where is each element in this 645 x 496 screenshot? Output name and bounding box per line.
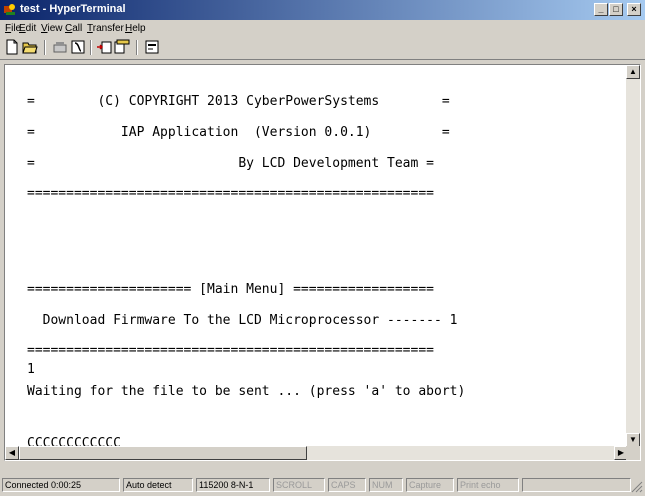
vertical-scrollbar[interactable]: ▲ ▼ — [626, 65, 640, 447]
menu-transfer[interactable]: Transfer — [87, 23, 124, 34]
status-print-echo: Print echo — [457, 478, 519, 492]
menu-help[interactable]: Help — [125, 23, 146, 34]
menu-bar: File Edit View Call Transfer Help — [0, 20, 645, 37]
size-grip-icon[interactable] — [631, 481, 643, 493]
properties-icon[interactable] — [144, 39, 160, 55]
status-auto-detect: Auto detect — [123, 478, 193, 492]
toolbar-separator — [90, 40, 92, 55]
status-capture: Capture — [406, 478, 454, 492]
open-folder-icon[interactable] — [22, 39, 38, 55]
send-file-icon[interactable] — [96, 39, 112, 55]
status-port-settings: 115200 8-N-1 — [196, 478, 270, 492]
horizontal-scrollbar[interactable]: ◀ ▶ — [5, 446, 628, 460]
scroll-up-button[interactable]: ▲ — [626, 65, 640, 79]
scroll-down-button[interactable]: ▼ — [626, 433, 640, 447]
close-button[interactable]: × — [627, 3, 641, 16]
status-spacer — [522, 478, 631, 492]
horizontal-scroll-thumb[interactable] — [19, 446, 307, 460]
toolbar — [0, 37, 645, 60]
menu-edit[interactable]: Edit — [19, 23, 36, 34]
terminal-line: = (C) COPYRIGHT 2013 CyberPowerSystems = — [27, 94, 450, 109]
toolbar-separator — [136, 40, 138, 55]
hyperterminal-icon — [4, 4, 15, 15]
minimize-button[interactable]: _ — [594, 3, 608, 16]
scroll-left-button[interactable]: ◀ — [5, 446, 19, 460]
terminal-line: = By LCD Development Team = — [27, 156, 434, 171]
status-caps: CAPS — [328, 478, 366, 492]
terminal-line: 1 — [27, 362, 35, 377]
menu-call[interactable]: Call — [65, 23, 82, 34]
status-num: NUM — [369, 478, 403, 492]
receive-file-icon[interactable] — [114, 39, 130, 55]
terminal-line: Download Firmware To the LCD Microproces… — [27, 313, 458, 328]
terminal-line: ========================================… — [27, 343, 434, 358]
disconnect-phone-icon[interactable] — [70, 39, 86, 55]
terminal-frame: = (C) COPYRIGHT 2013 CyberPowerSystems =… — [4, 64, 641, 461]
maximize-button[interactable]: □ — [609, 3, 623, 16]
terminal-line: Waiting for the file to be sent ... (pre… — [27, 384, 466, 399]
window-title: test - HyperTerminal — [20, 3, 126, 15]
terminal-screen[interactable]: = (C) COPYRIGHT 2013 CyberPowerSystems =… — [5, 65, 628, 447]
terminal-line: = IAP Application (Version 0.0.1) = — [27, 125, 450, 140]
terminal-line: ========================================… — [27, 186, 434, 201]
title-bar: test - HyperTerminal _ □ × — [0, 0, 645, 20]
status-scroll: SCROLL — [273, 478, 325, 492]
connect-phone-icon[interactable] — [52, 39, 68, 55]
status-connected: Connected 0:00:25 — [2, 478, 120, 492]
toolbar-separator — [44, 40, 46, 55]
scroll-corner — [626, 446, 640, 460]
new-connection-icon[interactable] — [4, 39, 20, 55]
terminal-line: ===================== [Main Menu] ======… — [27, 282, 434, 297]
status-bar: Connected 0:00:25 Auto detect 115200 8-N… — [0, 476, 645, 496]
menu-view[interactable]: View — [41, 23, 63, 34]
